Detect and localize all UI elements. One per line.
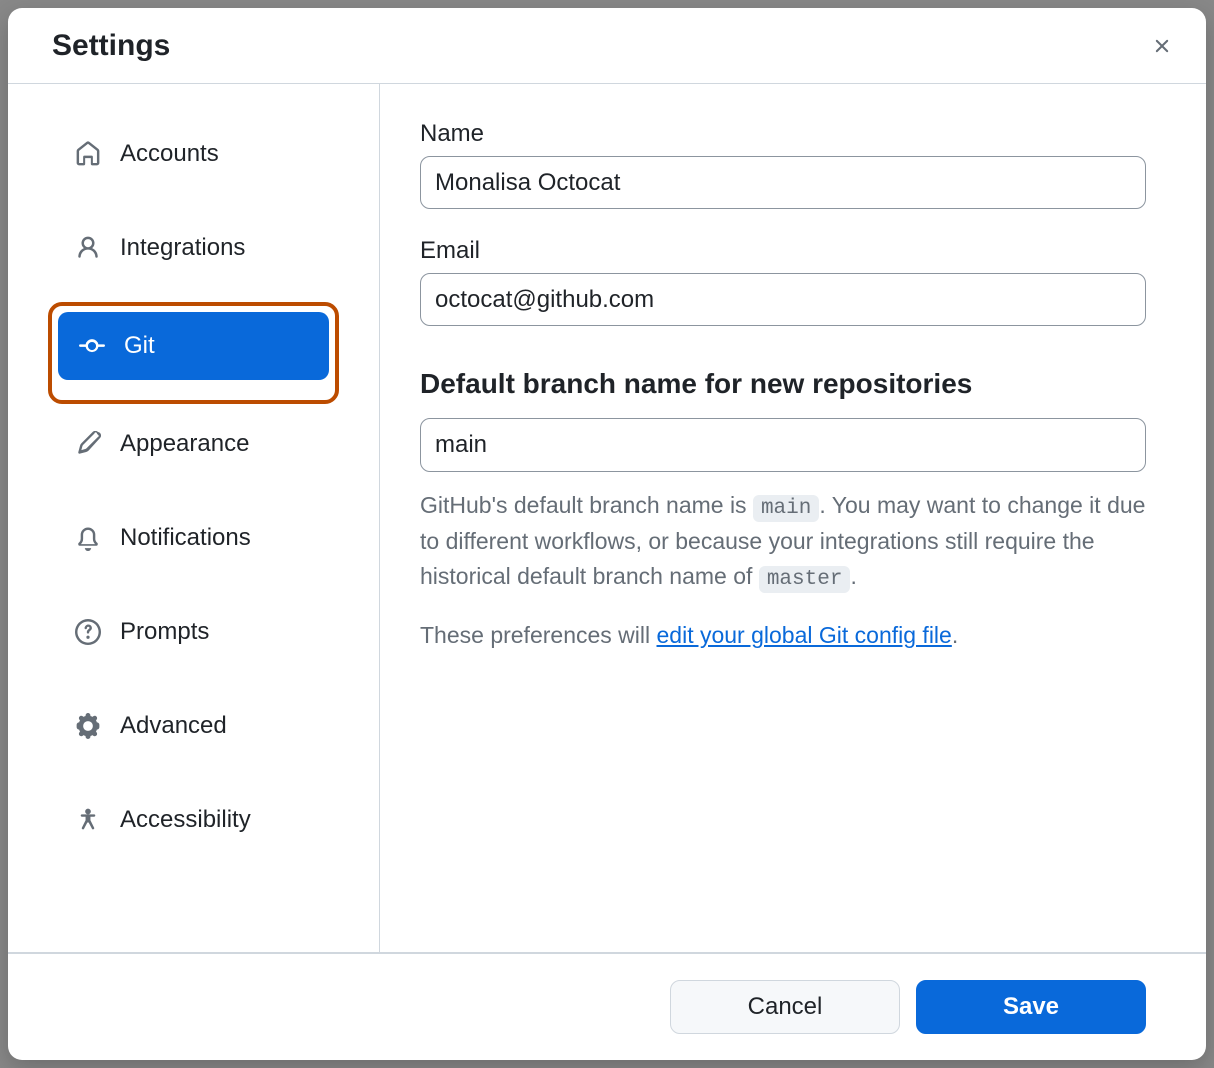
gear-icon [74,712,102,740]
sidebar-item-appearance[interactable]: Appearance [54,410,333,478]
sidebar: Accounts Integrations Git Appearance Notific… [8,84,380,952]
dialog-title: Settings [52,29,170,63]
paintbrush-icon [74,430,102,458]
sidebar-item-label: Prompts [120,618,209,646]
cancel-button[interactable]: Cancel [670,980,900,1034]
sidebar-item-label: Notifications [120,524,251,552]
sidebar-item-label: Accessibility [120,806,251,834]
dialog-header: Settings [8,8,1206,84]
sidebar-item-git[interactable]: Git [58,312,329,380]
sidebar-item-accounts[interactable]: Accounts [54,120,333,188]
git-config-help: These preferences will edit your global … [420,618,1146,653]
sidebar-item-integrations[interactable]: Integrations [54,214,333,282]
default-branch-input[interactable] [420,418,1146,471]
bell-icon [74,524,102,552]
sidebar-item-label: Integrations [120,234,245,262]
sidebar-item-label: Git [124,332,155,360]
default-branch-heading: Default branch name for new repositories [420,368,1146,400]
default-branch-help: GitHub's default branch name is main. Yo… [420,488,1146,596]
question-icon [74,618,102,646]
email-label: Email [420,237,1146,265]
sidebar-item-label: Advanced [120,712,227,740]
git-commit-icon [78,332,106,360]
dialog-footer: Cancel Save [8,952,1206,1060]
code-master: master [759,566,851,593]
person-icon [74,234,102,262]
sidebar-item-notifications[interactable]: Notifications [54,504,333,572]
close-button[interactable] [1146,30,1178,62]
name-label: Name [420,120,1146,148]
settings-dialog: Settings Accounts Integrations Git Appearan… [8,8,1206,1060]
sidebar-item-prompts[interactable]: Prompts [54,598,333,666]
sidebar-item-advanced[interactable]: Advanced [54,692,333,760]
accessibility-icon [74,806,102,834]
save-button[interactable]: Save [916,980,1146,1034]
name-input[interactable] [420,156,1146,209]
git-pane: Name Email Default branch name for new r… [380,84,1206,952]
sidebar-item-accessibility[interactable]: Accessibility [54,786,333,854]
close-icon [1151,35,1173,57]
sidebar-item-label: Appearance [120,430,249,458]
email-input[interactable] [420,273,1146,326]
home-icon [74,140,102,168]
sidebar-item-label: Accounts [120,140,219,168]
edit-git-config-link[interactable]: edit your global Git config file [657,622,952,648]
code-main: main [753,495,819,522]
